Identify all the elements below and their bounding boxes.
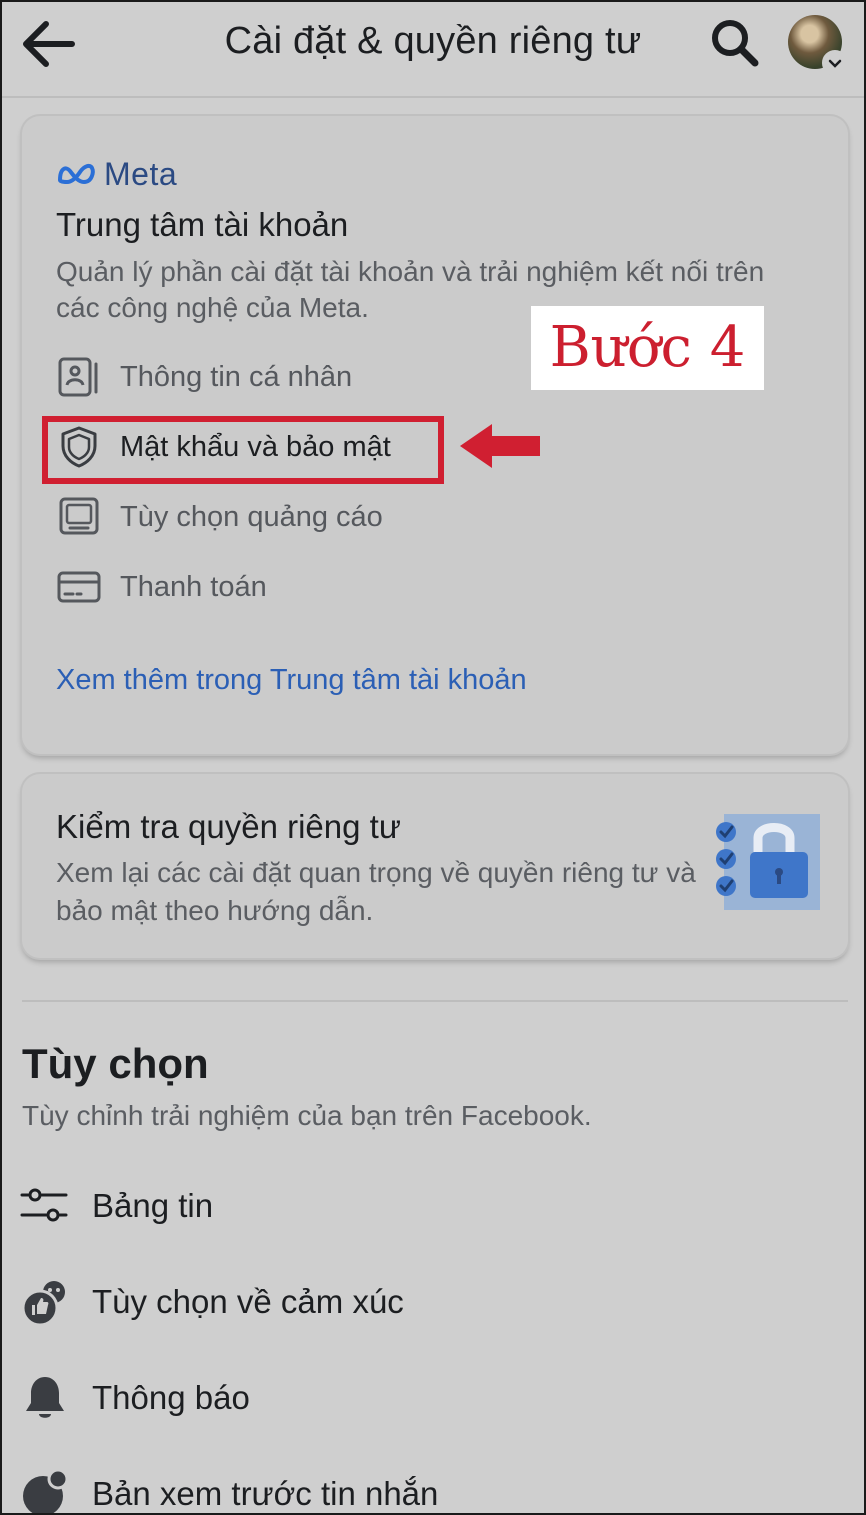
accounts-item-label: Thông tin cá nhân <box>120 360 353 393</box>
preferences-item-label: Tùy chọn về cảm xúc <box>92 1283 404 1320</box>
meta-brand-name: Meta <box>104 155 178 192</box>
meta-logo-icon <box>58 163 95 184</box>
chevron-down-icon <box>828 59 842 68</box>
accounts-item-ad-preferences[interactable]: Tùy chọn quảng cáo <box>56 492 383 542</box>
preferences-item-notifications[interactable]: Thông báo <box>20 1368 250 1428</box>
accounts-item-label: Thanh toán <box>120 570 267 603</box>
pointer-arrow-icon <box>460 424 540 468</box>
search-button[interactable] <box>708 16 762 70</box>
meta-brand: Meta <box>56 154 177 194</box>
step-highlight-box <box>42 416 444 484</box>
see-more-accounts-center-link[interactable]: Xem thêm trong Trung tâm tài khoản <box>56 664 527 697</box>
accounts-item-label: Tùy chọn quảng cáo <box>120 500 383 533</box>
top-app-bar: Cài đặt & quyền riêng tư <box>2 2 864 98</box>
credit-card-icon <box>56 564 102 610</box>
app-frame: Cài đặt & quyền riêng tư Meta Trung tâm … <box>0 0 866 1515</box>
accounts-center-title: Trung tâm tài khoản <box>56 206 349 243</box>
reactions-icon <box>20 1277 70 1327</box>
privacy-checkup-card[interactable]: Kiểm tra quyền riêng tư Xem lại các cài … <box>22 774 848 958</box>
feed-sliders-icon <box>20 1181 70 1231</box>
privacy-checkup-title: Kiểm tra quyền riêng tư <box>56 808 401 845</box>
section-divider <box>22 1000 848 1002</box>
preferences-item-label: Bản xem trước tin nhắn <box>92 1475 439 1512</box>
accounts-item-personal-info[interactable]: Thông tin cá nhân <box>56 352 352 402</box>
preferences-item-message-previews[interactable]: Bản xem trước tin nhắn <box>20 1464 439 1513</box>
preferences-item-news-feed[interactable]: Bảng tin <box>20 1176 213 1236</box>
privacy-checkup-description: Xem lại các cài đặt quan trọng về quyền … <box>56 857 696 926</box>
account-switcher-chevron[interactable] <box>822 50 848 76</box>
preferences-subtitle: Tùy chỉnh trải nghiệm của bạn trên Faceb… <box>22 1100 592 1131</box>
message-preview-icon <box>20 1469 70 1513</box>
preferences-item-reactions[interactable]: Tùy chọn về cảm xúc <box>20 1272 404 1332</box>
id-card-icon <box>56 354 102 400</box>
preferences-item-label: Bảng tin <box>92 1187 214 1224</box>
privacy-lock-checklist-icon <box>716 814 820 910</box>
step-annotation-label: Bước 4 <box>531 306 764 390</box>
search-icon <box>712 20 759 67</box>
bell-icon <box>20 1373 70 1423</box>
preferences-item-label: Thông báo <box>92 1379 250 1416</box>
monitor-icon <box>56 494 102 540</box>
accounts-item-payments[interactable]: Thanh toán <box>56 562 267 612</box>
preferences-heading: Tùy chọn <box>22 1040 209 1087</box>
